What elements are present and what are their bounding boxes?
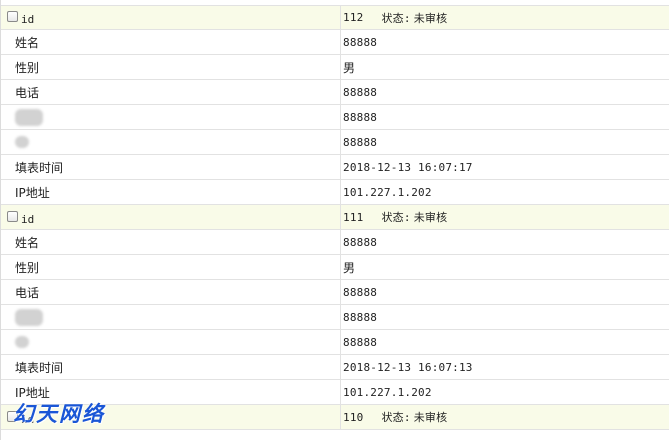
status-label: 状态: xyxy=(381,411,411,424)
field-value-cell: 88888 xyxy=(341,305,669,329)
field-label: IP地址 xyxy=(15,185,50,200)
field-row: 性别 男 xyxy=(1,255,669,280)
field-row: 性别 男 xyxy=(1,55,669,80)
field-label-cell: 性别 xyxy=(1,255,341,279)
field-row: 电话 88888 xyxy=(1,280,669,305)
field-label: 姓名 xyxy=(15,35,40,50)
field-value: 2018-12-13 16:07:17 xyxy=(343,160,473,174)
record-select-checkbox[interactable] xyxy=(7,11,18,22)
record-select-cell: id xyxy=(1,6,341,29)
field-value: 男 xyxy=(343,60,356,75)
field-row: 姓名 88888 xyxy=(1,30,669,55)
field-value-cell: 88888 xyxy=(341,105,669,129)
field-value-cell: 2018-12-13 16:07:17 xyxy=(341,155,669,179)
field-label-cell: 填表时间 xyxy=(1,155,341,179)
field-label-cell xyxy=(1,105,341,129)
record-id-status-cell: 111 状态: 未审核 xyxy=(341,205,669,229)
redacted-label-blur xyxy=(15,308,43,326)
field-value: 2018-12-13 16:07:13 xyxy=(343,360,473,374)
field-row: 姓名 88888 xyxy=(1,230,669,255)
field-value-cell: 男 xyxy=(341,55,669,79)
field-value: 88888 xyxy=(343,335,378,349)
field-value: 88888 xyxy=(343,285,378,299)
id-label: id xyxy=(21,13,35,26)
field-label-cell: 电话 xyxy=(1,80,341,104)
field-label: 电话 xyxy=(15,285,40,300)
field-label-cell: 姓名 xyxy=(1,230,341,254)
field-label: 性别 xyxy=(15,60,40,75)
field-label: 性别 xyxy=(15,260,40,275)
field-value-cell: 101.227.1.202 xyxy=(341,380,669,404)
field-value-cell: 88888 xyxy=(341,330,669,354)
field-value: 88888 xyxy=(343,310,378,324)
records-table: id 112 状态: 未审核 姓名 88888 性别男电话 88888 88888 88888 填表… xyxy=(1,5,669,430)
field-value: 88888 xyxy=(343,235,378,249)
id-label: id xyxy=(21,212,35,226)
redacted-label-blur xyxy=(15,136,29,148)
field-label-cell xyxy=(1,330,341,354)
field-label-cell: IP地址 xyxy=(1,180,341,204)
field-value-cell: 88888 xyxy=(341,130,669,154)
record-id-status-cell: 110 状态: 未审核 xyxy=(341,405,669,429)
field-value-cell: 男 xyxy=(341,255,669,279)
field-row: 88888 xyxy=(1,330,669,355)
status-value: 未审核 xyxy=(413,411,448,424)
field-label-cell xyxy=(1,130,341,154)
field-label-cell: 填表时间 xyxy=(1,355,341,379)
field-row: 电话 88888 xyxy=(1,80,669,105)
field-value: 101.227.1.202 xyxy=(343,385,432,399)
redacted-label-blur xyxy=(15,108,43,126)
record-header-row: id 111 状态: 未审核 xyxy=(1,205,669,230)
field-value: 88888 xyxy=(343,35,378,49)
field-value: 88888 xyxy=(343,135,378,149)
field-value: 男 xyxy=(343,260,356,275)
status-label: 状态: xyxy=(381,211,411,224)
field-label: 姓名 xyxy=(15,235,40,250)
field-label: 电话 xyxy=(15,85,40,100)
field-label: 填表时间 xyxy=(15,360,64,375)
field-value: 88888 xyxy=(343,110,378,124)
field-value-cell: 88888 xyxy=(341,80,669,104)
record-id-value: 110 xyxy=(343,410,364,424)
field-row: 88888 xyxy=(1,305,669,330)
status-value: 未审核 xyxy=(413,211,448,224)
field-row: 88888 xyxy=(1,130,669,155)
field-label-cell xyxy=(1,305,341,329)
field-row: 填表时间 2018-12-13 16:07:17 xyxy=(1,155,669,180)
field-label-cell: 姓名 xyxy=(1,30,341,54)
field-value-cell: 88888 xyxy=(341,280,669,304)
field-value: 101.227.1.202 xyxy=(343,185,432,199)
record-id-status-cell: 112 状态: 未审核 xyxy=(341,6,669,29)
record-select-cell: id xyxy=(1,205,341,229)
field-label-cell: 电话 xyxy=(1,280,341,304)
field-value-cell: 101.227.1.202 xyxy=(341,180,669,204)
submission-list-page: id 112 状态: 未审核 姓名 88888 性别男电话 88888 88888 88888 填表… xyxy=(0,0,669,440)
field-label: 填表时间 xyxy=(15,160,64,175)
record-header-row: id 112 状态: 未审核 xyxy=(1,5,669,30)
status-label: 状态: xyxy=(381,11,411,25)
status-value: 未审核 xyxy=(413,11,448,25)
field-value-cell: 88888 xyxy=(341,230,669,254)
record-id-value: 111 xyxy=(343,210,364,224)
field-row: 填表时间 2018-12-13 16:07:13 xyxy=(1,355,669,380)
field-row: IP地址 101.227.1.202 xyxy=(1,180,669,205)
record-id-value: 112 xyxy=(343,11,364,24)
field-label-cell: 性别 xyxy=(1,55,341,79)
field-value: 88888 xyxy=(343,85,378,99)
field-row: 88888 xyxy=(1,105,669,130)
watermark-logo: 幻天网络 xyxy=(13,402,105,426)
record-select-checkbox[interactable] xyxy=(7,210,18,222)
field-value-cell: 2018-12-13 16:07:13 xyxy=(341,355,669,379)
redacted-label-blur xyxy=(15,336,29,348)
field-value-cell: 88888 xyxy=(341,30,669,54)
